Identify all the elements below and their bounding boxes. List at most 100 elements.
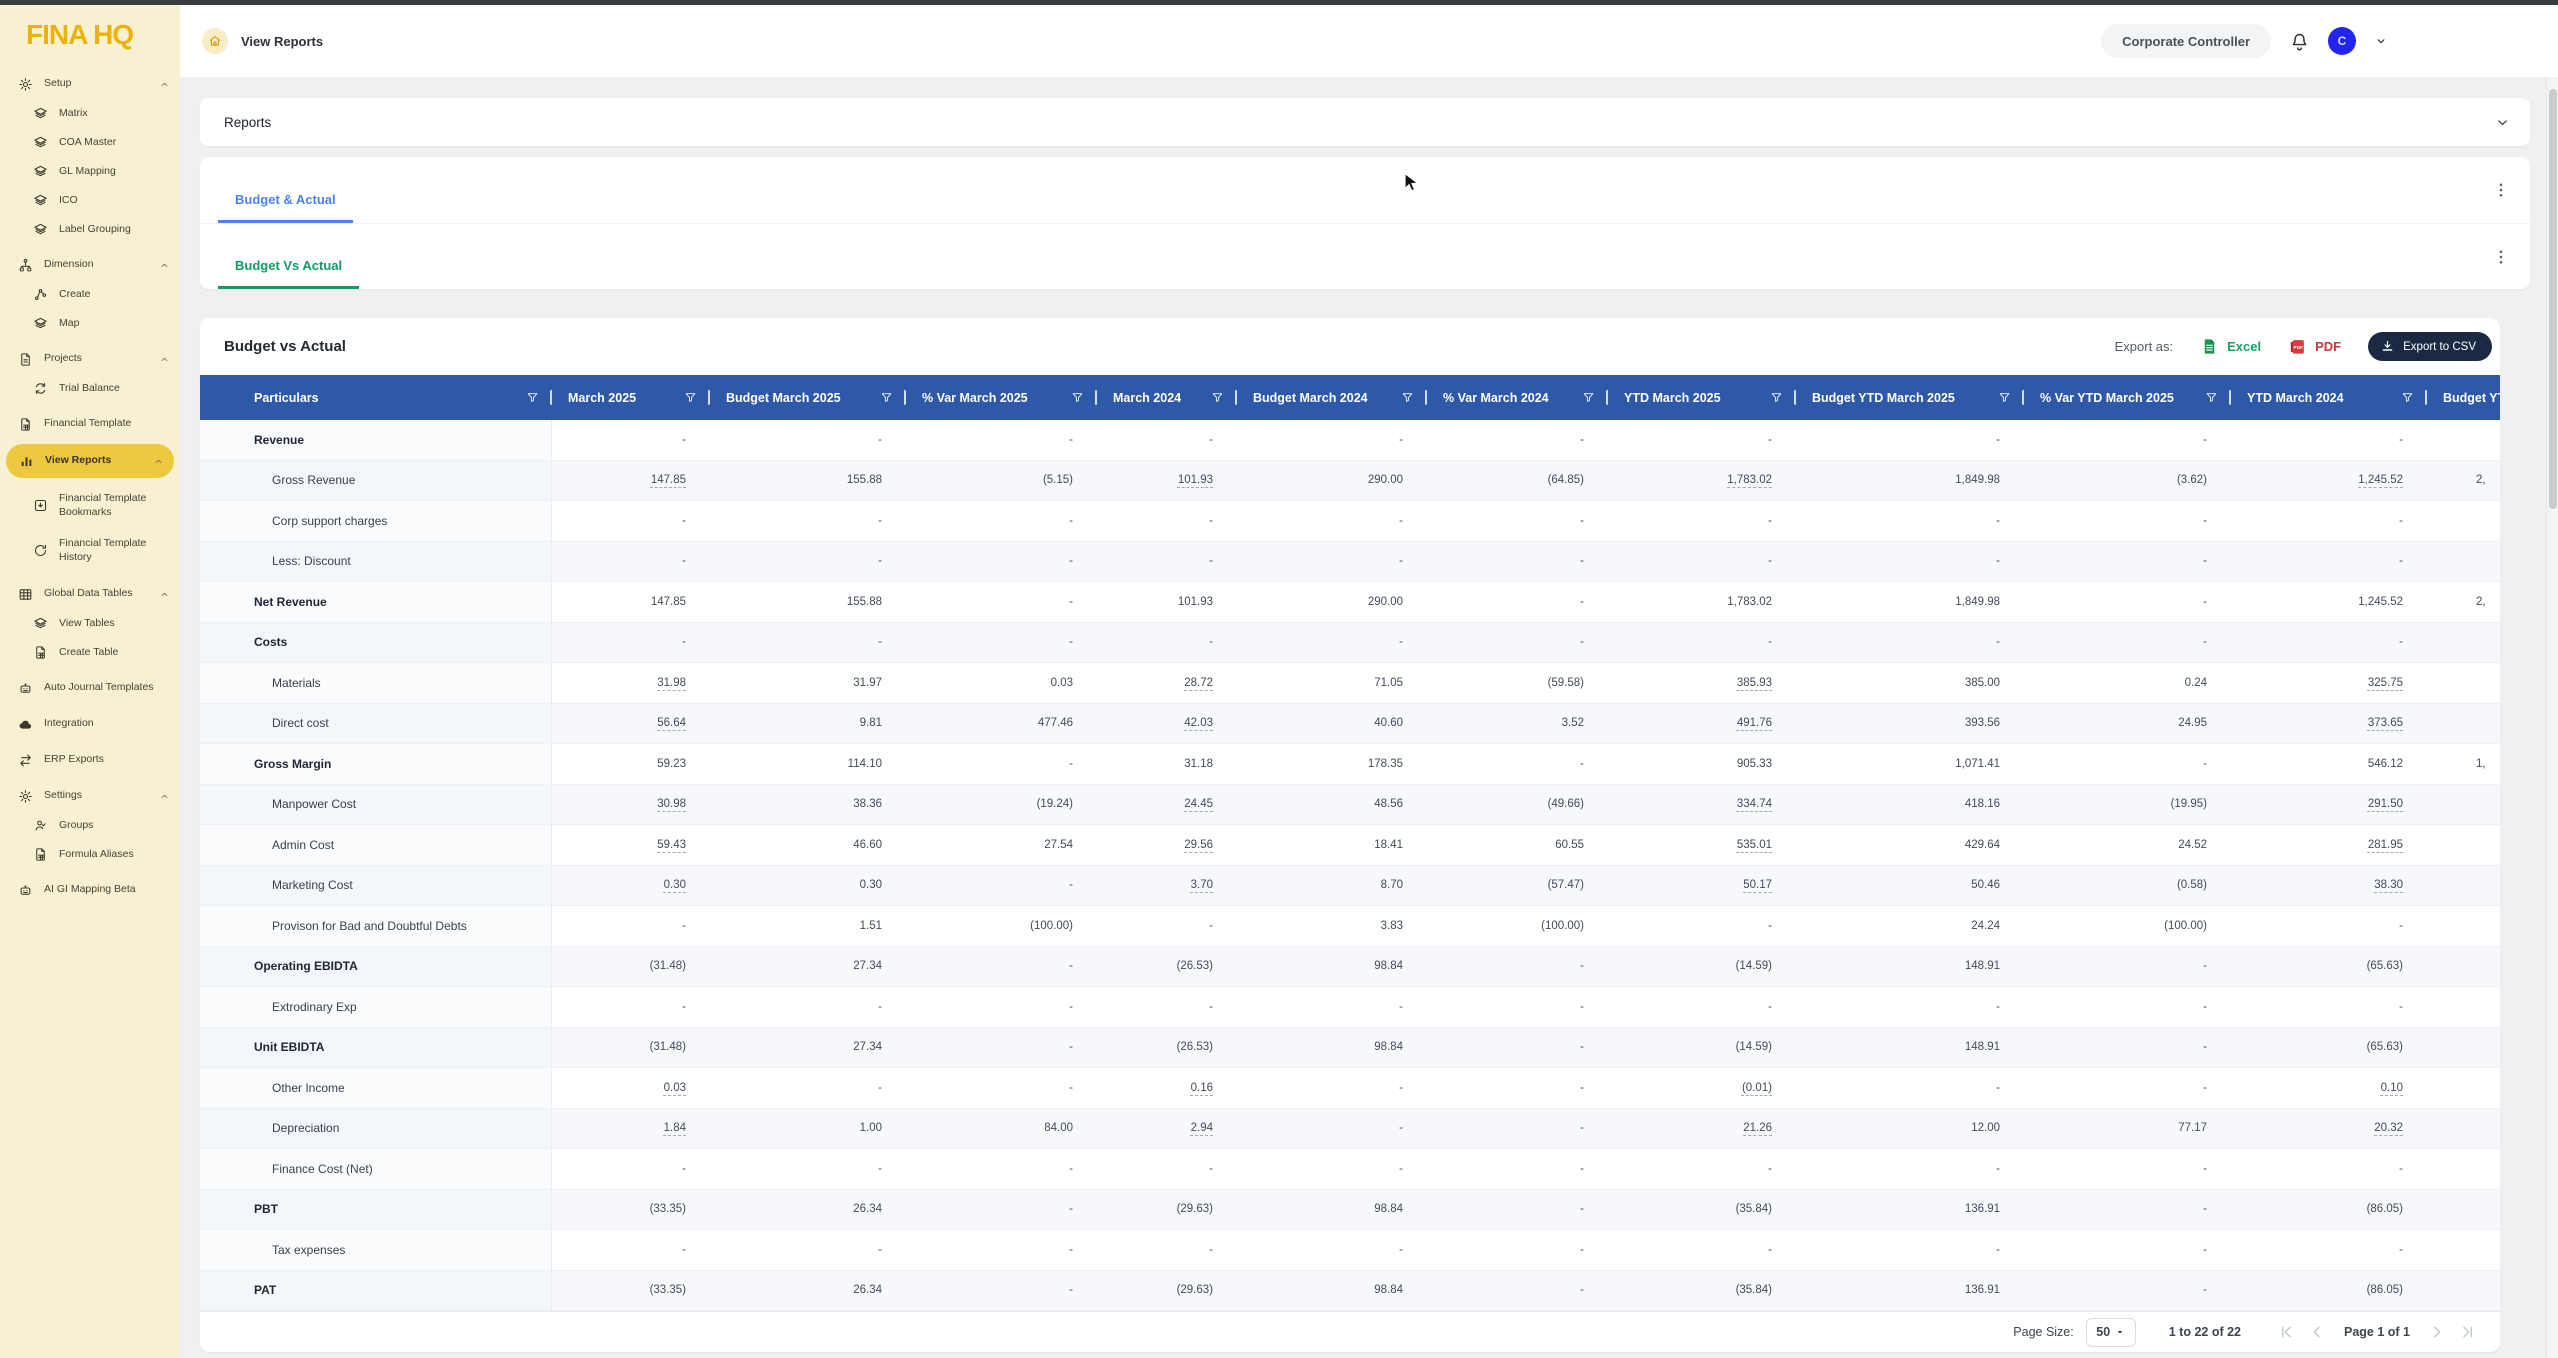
cell-value[interactable]: 281.95 — [2231, 825, 2427, 865]
cell-value[interactable]: 0.16 — [1097, 1068, 1237, 1108]
kebab-menu-icon[interactable] — [2492, 181, 2510, 199]
cell-value[interactable]: 30.98 — [552, 785, 710, 825]
filter-icon[interactable] — [2401, 391, 2414, 404]
role-button[interactable]: Corporate Controller — [2101, 24, 2271, 58]
cell-value[interactable]: 38.30 — [2231, 866, 2427, 906]
cell-value[interactable]: 291.50 — [2231, 785, 2427, 825]
chevron-down-icon[interactable] — [2495, 115, 2510, 130]
sidebar-item-financial-template[interactable]: Financial Template — [0, 409, 180, 439]
filter-icon[interactable] — [1998, 391, 2011, 404]
sidebar-item-projects[interactable]: Projects — [0, 344, 180, 374]
cell-value[interactable]: 20.32 — [2231, 1109, 2427, 1149]
sidebar-item-label-grouping[interactable]: Label Grouping — [0, 215, 180, 244]
cell-value[interactable]: 42.03 — [1097, 704, 1237, 744]
vertical-scrollbar[interactable] — [2546, 77, 2558, 1358]
tab-budget-vs-actual[interactable]: Budget Vs Actual — [218, 258, 359, 289]
sidebar-item-matrix[interactable]: Matrix — [0, 99, 180, 128]
cell-value[interactable]: 59.43 — [552, 825, 710, 865]
cell-value[interactable]: 28.72 — [1097, 663, 1237, 703]
cell-value[interactable]: 0.03 — [552, 1068, 710, 1108]
sidebar-item-groups[interactable]: Groups — [0, 811, 180, 840]
cell-value[interactable]: 491.76 — [1608, 704, 1796, 744]
filter-icon[interactable] — [526, 391, 539, 404]
column-header-march-2025[interactable]: March 2025 — [552, 375, 710, 420]
column-header-budget-march-2024[interactable]: Budget March 2024 — [1237, 375, 1427, 420]
first-page-button[interactable] — [2278, 1324, 2294, 1340]
sidebar-item-global-data-tables[interactable]: Global Data Tables — [0, 579, 180, 609]
filter-icon[interactable] — [1071, 391, 1084, 404]
filter-icon[interactable] — [684, 391, 697, 404]
scrollbar-thumb[interactable] — [2549, 89, 2557, 509]
column-header-budget-ytd-march-2024[interactable]: Budget YTD March 2024 — [2427, 375, 2500, 420]
column-header-var-march-2025[interactable]: % Var March 2025 — [906, 375, 1097, 420]
sidebar-item-ico[interactable]: ICO — [0, 186, 180, 215]
home-icon[interactable] — [202, 28, 228, 54]
sidebar-item-ai-gi-mapping-beta[interactable]: AI GI Mapping Beta — [0, 875, 180, 905]
sidebar-item-trial-balance[interactable]: Trial Balance — [0, 374, 180, 403]
next-page-button[interactable] — [2429, 1324, 2445, 1340]
sidebar-item-erp-exports[interactable]: ERP Exports — [0, 745, 180, 775]
column-header-march-2024[interactable]: March 2024 — [1097, 375, 1237, 420]
export-csv-button[interactable]: Export to CSV — [2368, 332, 2492, 361]
cell-value[interactable]: 1.84 — [552, 1109, 710, 1149]
avatar[interactable]: C — [2328, 27, 2356, 55]
filter-icon[interactable] — [1211, 391, 1224, 404]
cell-value[interactable]: 50.17 — [1608, 866, 1796, 906]
cell-value[interactable]: 31.98 — [552, 663, 710, 703]
export-excel-link[interactable]: Excel — [2200, 337, 2261, 356]
sidebar-item-integration[interactable]: Integration — [0, 709, 180, 739]
cell-value[interactable]: 0.30 — [552, 866, 710, 906]
reports-accordion[interactable]: Reports — [200, 98, 2530, 146]
cell-value[interactable]: 1,783.02 — [1608, 461, 1796, 501]
column-header-budget-march-2025[interactable]: Budget March 2025 — [710, 375, 906, 420]
cell-value[interactable]: 2.94 — [1097, 1109, 1237, 1149]
cell-value[interactable]: 21.26 — [1608, 1109, 1796, 1149]
cell-value[interactable]: 147.85 — [552, 461, 710, 501]
sidebar-item-coa-master[interactable]: COA Master — [0, 128, 180, 157]
sidebar-item-view-tables[interactable]: View Tables — [0, 609, 180, 638]
cell-value[interactable]: 101.93 — [1097, 461, 1237, 501]
last-page-button[interactable] — [2460, 1324, 2476, 1340]
filter-icon[interactable] — [1770, 391, 1783, 404]
filter-icon[interactable] — [2205, 391, 2218, 404]
cell-value[interactable]: 0.10 — [2231, 1068, 2427, 1108]
sidebar-item-create[interactable]: Create — [0, 280, 180, 309]
column-header-particulars[interactable]: Particulars — [200, 375, 552, 420]
cell-value[interactable]: 1,245.52 — [2231, 461, 2427, 501]
filter-icon[interactable] — [1582, 391, 1595, 404]
page-size-select[interactable]: 50 — [2086, 1318, 2136, 1347]
chevron-down-icon[interactable] — [2374, 34, 2388, 48]
previous-page-button[interactable] — [2309, 1324, 2325, 1340]
sidebar-item-formula-aliases[interactable]: Formula Aliases — [0, 840, 180, 869]
cell-value[interactable]: 56.64 — [552, 704, 710, 744]
sidebar-item-gl-mapping[interactable]: GL Mapping — [0, 157, 180, 186]
column-header-var-ytd-march-2025[interactable]: % Var YTD March 2025 — [2024, 375, 2231, 420]
sidebar-item-dimension[interactable]: Dimension — [0, 250, 180, 280]
cell-value[interactable]: 3.70 — [1097, 866, 1237, 906]
cell-value[interactable]: 29.56 — [1097, 825, 1237, 865]
cell-value[interactable]: (0.01) — [1608, 1068, 1796, 1108]
cell-value[interactable]: 373.65 — [2231, 704, 2427, 744]
sidebar-item-financial-template-bookmarks[interactable]: Financial Template Bookmarks — [0, 483, 180, 528]
cell-value[interactable]: 535.01 — [1608, 825, 1796, 865]
sidebar-item-financial-template-history[interactable]: Financial Template History — [0, 528, 180, 573]
filter-icon[interactable] — [880, 391, 893, 404]
cell-value[interactable]: 334.74 — [1608, 785, 1796, 825]
column-header-var-march-2024[interactable]: % Var March 2024 — [1427, 375, 1608, 420]
kebab-menu-icon[interactable] — [2492, 248, 2510, 266]
sidebar-item-setup[interactable]: Setup — [0, 69, 180, 99]
sidebar-item-auto-journal-templates[interactable]: Auto Journal Templates — [0, 673, 180, 703]
sidebar-item-settings[interactable]: Settings — [0, 781, 180, 811]
cell-value[interactable]: 24.45 — [1097, 785, 1237, 825]
column-header-ytd-march-2025[interactable]: YTD March 2025 — [1608, 375, 1796, 420]
cell-value[interactable]: 385.93 — [1608, 663, 1796, 703]
export-pdf-link[interactable]: PDF PDF — [2288, 337, 2341, 356]
bell-icon[interactable] — [2289, 31, 2310, 52]
sidebar-item-view-reports[interactable]: View Reports — [6, 444, 174, 478]
sidebar-item-create-table[interactable]: Create Table — [0, 638, 180, 667]
tab-budget-and-actual[interactable]: Budget & Actual — [218, 192, 353, 223]
column-header-ytd-march-2024[interactable]: YTD March 2024 — [2231, 375, 2427, 420]
sidebar-item-map[interactable]: Map — [0, 309, 180, 338]
column-header-budget-ytd-march-2025[interactable]: Budget YTD March 2025 — [1796, 375, 2024, 420]
filter-icon[interactable] — [1401, 391, 1414, 404]
